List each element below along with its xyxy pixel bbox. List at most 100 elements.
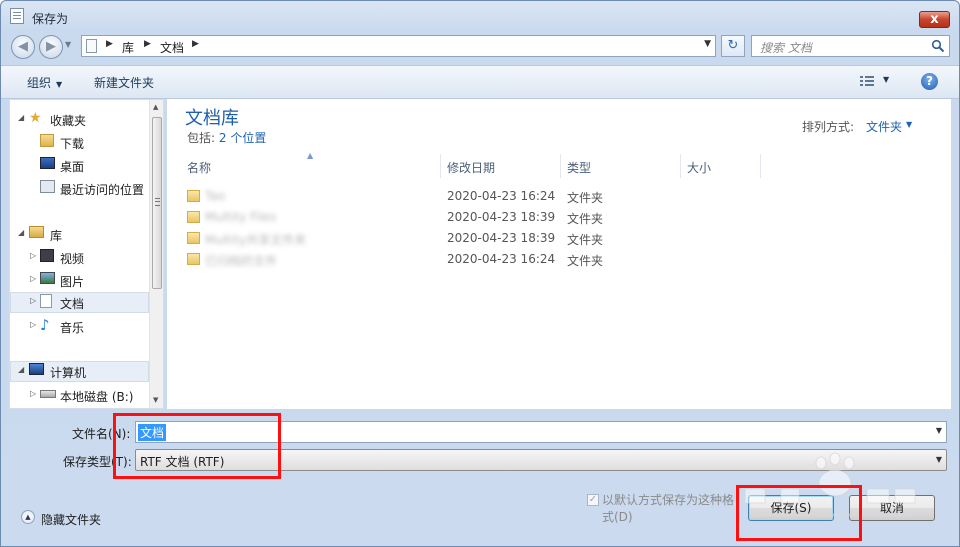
expand-icon[interactable]: ▷ — [30, 389, 36, 398]
scrollbar-thumb[interactable] — [152, 117, 162, 289]
highlight-frame — [736, 485, 862, 541]
arrange-by-dropdown[interactable]: 文件夹 — [866, 118, 902, 135]
recent-locations-dropdown-icon[interactable]: ▼ — [65, 40, 75, 52]
file-type: 文件夹 — [567, 233, 604, 247]
file-date: 2020-04-23 18:39 — [447, 210, 556, 224]
file-name: Multity Files — [205, 210, 277, 224]
address-dropdown-icon[interactable]: ▼ — [704, 39, 711, 49]
search-placeholder: 搜索 文档 — [760, 41, 812, 55]
file-name: Tao — [205, 189, 226, 203]
chevron-down-icon[interactable]: ▼ — [936, 455, 942, 464]
expand-icon[interactable]: ▷ — [30, 320, 36, 329]
sidebar-item-label: 视频 — [60, 252, 85, 266]
default-format-label: 以默认方式保存为这种格式(D) — [602, 493, 735, 524]
file-list-pane: 文档库 包括: 2 个位置 排列方式: 文件夹 ▼ ▲ 名称 修改日期 类型 大… — [167, 99, 951, 409]
search-input[interactable]: 搜索 文档 — [751, 35, 950, 57]
sidebar-item-downloads[interactable]: 下载 — [10, 132, 149, 153]
new-folder-button[interactable]: 新建文件夹 — [94, 74, 154, 91]
locations-link[interactable]: 2 个位置 — [219, 131, 266, 145]
includes-label: 包括: — [187, 131, 216, 145]
collapse-icon[interactable]: ◢ — [18, 365, 24, 374]
forward-button[interactable]: ▶ — [39, 35, 63, 59]
navigation-pane: ◢ ★ 收藏夹 下载 桌面 最近访问的位置 ◢ 库 ▷ 视频 ▷ 图片 ▷ 文档… — [9, 99, 164, 409]
table-row[interactable]: Tao 2020-04-23 16:24 文件夹 — [167, 186, 767, 207]
chevron-down-icon[interactable]: ▼ — [936, 426, 942, 435]
file-date: 2020-04-23 16:24 — [447, 252, 556, 266]
sidebar-item-label: 收藏夹 — [50, 114, 87, 128]
breadcrumb-separator-icon[interactable]: ▶ — [192, 39, 199, 49]
save-as-dialog: 保存为 x ◀ ▶ ▼ ▶ 库 ▶ 文档 ▶ ▼ ↻ 搜索 文档 组织 ▼ 新建文… — [0, 0, 960, 547]
libraries-icon — [29, 226, 44, 238]
file-type: 文件夹 — [567, 191, 604, 205]
location-icon — [86, 39, 97, 53]
table-row[interactable]: Multity Files 2020-04-23 18:39 文件夹 — [167, 207, 767, 228]
address-bar[interactable]: ▶ 库 ▶ 文档 ▶ ▼ — [81, 35, 716, 57]
expand-icon[interactable]: ▷ — [30, 274, 36, 283]
collapse-icon[interactable]: ◢ — [18, 228, 24, 237]
view-options-icon[interactable] — [860, 75, 874, 87]
file-name: 已归档的文件 — [205, 254, 278, 268]
dialog-title: 保存为 — [32, 12, 69, 26]
sidebar-item-label: 下载 — [60, 137, 85, 151]
table-row[interactable]: 已归档的文件 2020-04-23 16:24 文件夹 — [167, 249, 767, 270]
sidebar-item-local-disk[interactable]: ▷ 本地磁盘 (B:) — [10, 385, 149, 406]
expand-icon[interactable]: ▷ — [30, 296, 36, 305]
breadcrumb-documents[interactable]: 文档 — [160, 39, 184, 56]
table-row[interactable]: Multity共享文件夹 2020-04-23 18:39 文件夹 — [167, 228, 767, 249]
sidebar-item-label: 音乐 — [60, 321, 85, 335]
sidebar-item-desktop[interactable]: 桌面 — [10, 155, 149, 176]
video-icon — [40, 249, 54, 262]
back-button[interactable]: ◀ — [11, 35, 35, 59]
navigation-scrollbar[interactable]: ▲ ▼ — [149, 100, 163, 408]
chevron-down-icon[interactable]: ▼ — [906, 120, 912, 129]
help-icon[interactable]: ? — [921, 73, 938, 90]
desktop-icon — [40, 157, 55, 169]
command-bar: 组织 ▼ 新建文件夹 ▼ ? — [1, 65, 959, 99]
sidebar-item-documents[interactable]: ▷ 文档 — [10, 292, 149, 313]
search-icon[interactable] — [931, 39, 945, 53]
collapse-icon[interactable]: ◢ — [18, 113, 24, 122]
sidebar-item-recent-places[interactable]: 最近访问的位置 — [10, 178, 149, 199]
file-type: 文件夹 — [567, 212, 604, 226]
star-icon: ★ — [29, 110, 42, 126]
organize-menu[interactable]: 组织 ▼ — [27, 74, 62, 91]
sidebar-item-computer[interactable]: ◢ 计算机 — [10, 361, 149, 382]
sidebar-item-favorites[interactable]: ◢ ★ 收藏夹 — [10, 109, 149, 130]
folder-icon — [187, 211, 200, 223]
file-date: 2020-04-23 18:39 — [447, 231, 556, 245]
highlight-frame — [113, 413, 281, 479]
breadcrumb-libraries[interactable]: 库 — [122, 39, 134, 56]
scroll-up-icon[interactable]: ▲ — [153, 103, 158, 111]
organize-label: 组织 — [27, 76, 52, 90]
breadcrumb-separator-icon[interactable]: ▶ — [144, 39, 151, 49]
title-bar: 保存为 x — [1, 1, 959, 31]
document-icon — [10, 8, 24, 24]
expand-icon[interactable]: ▷ — [30, 251, 36, 260]
hide-folders-icon[interactable]: ▲ — [21, 510, 35, 524]
hide-folders-button[interactable]: 隐藏文件夹 — [41, 511, 101, 528]
library-locations: 包括: 2 个位置 — [187, 129, 266, 146]
arrange-by-label: 排列方式: — [802, 120, 855, 134]
sidebar-item-music[interactable]: ▷ ♪ 音乐 — [10, 316, 149, 337]
default-format-checkbox[interactable]: ✓ — [587, 494, 599, 506]
file-date: 2020-04-23 16:24 — [447, 189, 556, 203]
sidebar-item-label: 本地磁盘 (B:) — [60, 390, 134, 404]
column-header-size[interactable]: 大小 — [681, 154, 761, 178]
column-header-type[interactable]: 类型 — [561, 154, 681, 178]
close-button[interactable]: x — [919, 11, 950, 28]
breadcrumb-separator-icon[interactable]: ▶ — [106, 39, 113, 49]
file-name: Multity共享文件夹 — [205, 233, 307, 247]
sidebar-item-label: 文档 — [60, 297, 85, 311]
sidebar-item-pictures[interactable]: ▷ 图片 — [10, 270, 149, 291]
folder-icon — [187, 253, 200, 265]
folder-icon — [187, 190, 200, 202]
view-dropdown-icon[interactable]: ▼ — [883, 75, 889, 84]
sidebar-item-videos[interactable]: ▷ 视频 — [10, 247, 149, 268]
column-header-name[interactable]: 名称 — [181, 154, 441, 178]
drive-icon — [40, 390, 56, 398]
column-header-date[interactable]: 修改日期 — [441, 154, 561, 178]
refresh-button[interactable]: ↻ — [721, 35, 745, 57]
scroll-down-icon[interactable]: ▼ — [153, 396, 158, 404]
sidebar-item-libraries[interactable]: ◢ 库 — [10, 224, 149, 245]
download-folder-icon — [40, 134, 54, 147]
